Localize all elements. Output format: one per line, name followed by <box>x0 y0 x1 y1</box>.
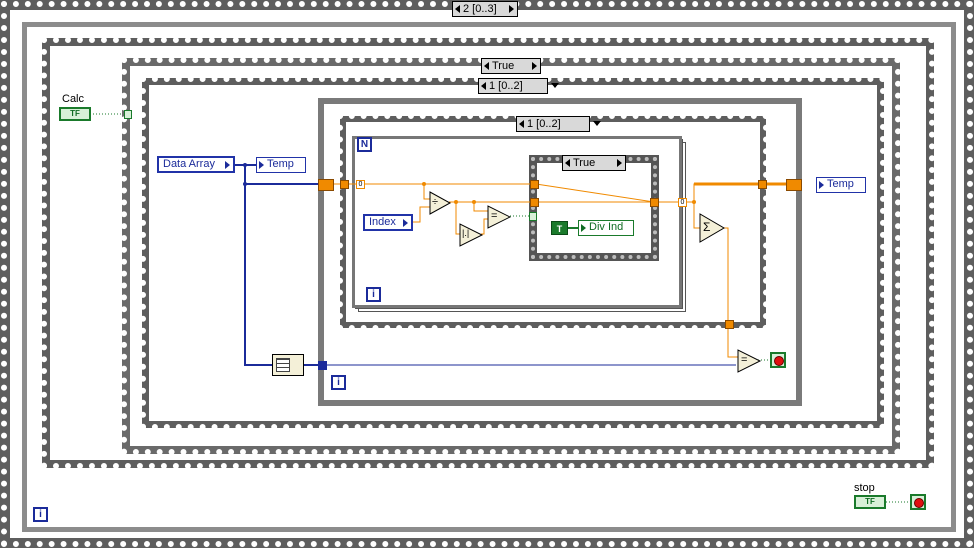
case-bool-terminal <box>529 212 537 221</box>
tunnel-case-out <box>650 198 659 207</box>
shift-register-right <box>786 179 802 191</box>
sum-symbol: Σ <box>703 220 711 234</box>
divide-symbol: ÷ <box>432 196 439 208</box>
index-label: Index <box>369 216 396 228</box>
temp-read-label: Temp <box>827 178 854 190</box>
junction-1 <box>243 163 247 167</box>
calc-case-terminal <box>124 110 132 119</box>
abs-symbol: |.| <box>462 228 470 238</box>
count-tunnel <box>318 361 327 370</box>
stop-label: stop <box>854 482 875 494</box>
junction-3 <box>422 182 426 186</box>
junction-2 <box>243 182 247 186</box>
div-ind-local[interactable]: Div Ind <box>578 220 634 236</box>
temp-read-arrow-icon <box>819 181 824 189</box>
junction-6 <box>692 200 696 204</box>
data-array-control[interactable]: Data Array <box>157 156 235 173</box>
temp-local-read[interactable]: Temp <box>816 177 866 193</box>
wire-data-array-down <box>244 165 272 366</box>
inner-loop-stop-icon[interactable] <box>770 352 786 368</box>
index-arrow-icon <box>403 219 408 227</box>
wire-to-temp <box>686 183 790 203</box>
wire-to-sum <box>693 202 700 229</box>
div-ind-arrow-icon <box>581 224 586 232</box>
stop-control[interactable]: TF <box>854 495 886 509</box>
outer-loop-stop-icon[interactable] <box>910 494 926 510</box>
data-array-label: Data Array <box>163 158 215 170</box>
shift-register-left <box>318 179 334 191</box>
wire-sum-eq <box>724 227 738 358</box>
wire-to-divide <box>423 184 430 200</box>
equal-symbol: = <box>491 210 498 222</box>
wire-abs-eq <box>481 218 488 235</box>
wire-layer <box>90 113 910 503</box>
data-array-arrow-icon <box>225 161 230 169</box>
true-constant[interactable]: T <box>551 221 568 235</box>
calc-label: Calc <box>62 93 85 105</box>
zero-const: 0 <box>356 180 365 189</box>
wire-to-eq-a <box>473 202 488 212</box>
temp-local-write[interactable]: Temp <box>256 157 306 173</box>
tunnel-case-a <box>530 180 539 189</box>
wire-case-pass <box>535 183 655 203</box>
final-equal-symbol: = <box>741 354 748 366</box>
zero-const-b: 0 <box>678 198 687 207</box>
index-control[interactable]: Index <box>363 214 413 231</box>
blue-wires <box>234 164 320 366</box>
temp-write-arrow-icon <box>259 161 264 169</box>
junction-4 <box>454 200 458 204</box>
tunnel-case-b <box>530 198 539 207</box>
orange-wires <box>332 183 790 358</box>
wire-index <box>412 206 430 223</box>
array-grid-icon <box>276 358 290 372</box>
temp-write-label: Temp <box>267 158 294 170</box>
junction-5 <box>472 200 476 204</box>
calc-control[interactable]: TF <box>59 107 91 121</box>
tunnel-seq-left <box>340 180 349 189</box>
tunnel-seq-right <box>758 180 767 189</box>
div-ind-label: Div Ind <box>589 221 624 233</box>
array-size-icon[interactable] <box>272 354 304 376</box>
tunnel-seq-bottom <box>725 320 734 329</box>
